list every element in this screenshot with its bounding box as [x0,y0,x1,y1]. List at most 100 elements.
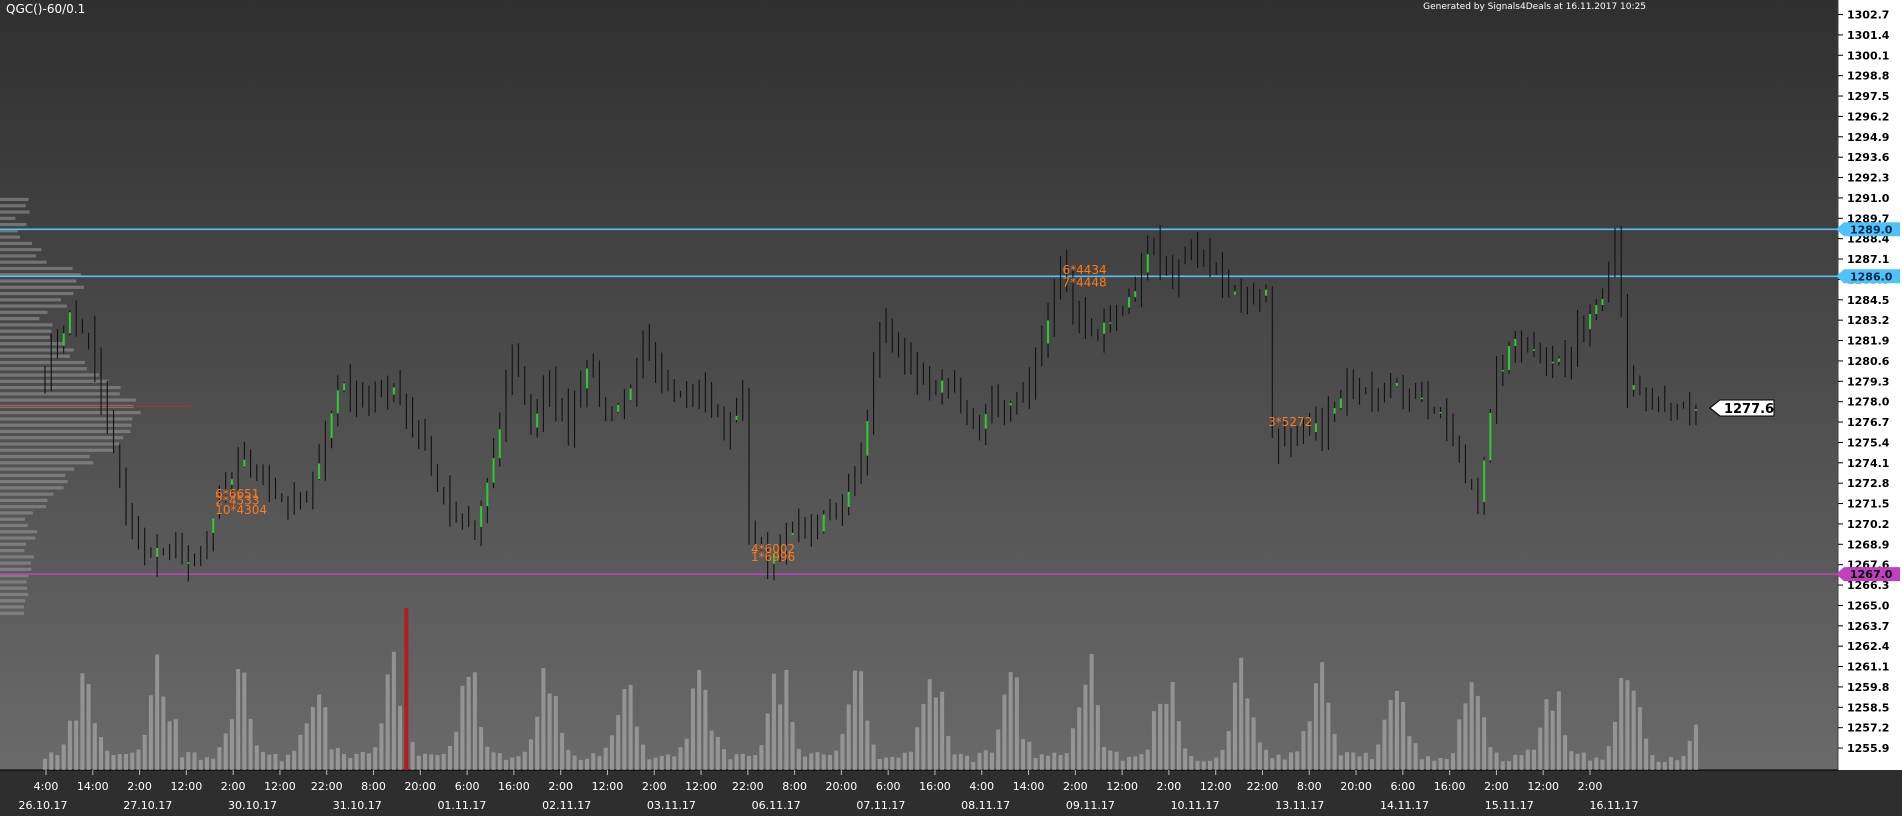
volume-bar [1612,721,1617,770]
y-tick-label: 1291.0 [1847,192,1890,205]
profile-bar [0,442,119,446]
x-time-label: 4:00 [34,780,59,793]
volume-bar [1513,754,1518,770]
bull-body [791,532,794,535]
profile-bar [0,216,16,220]
volume-bar [884,757,889,770]
volume-bar [410,742,415,770]
volume-bar [92,723,97,770]
bull-body [536,413,539,428]
volume-bar [1257,742,1262,770]
bull-body [1601,298,1604,306]
x-time-label: 14:00 [77,780,109,793]
volume-bar [971,761,976,770]
volume-bar [49,752,54,770]
volume-bar [1594,757,1599,770]
volume-bar [1351,752,1356,770]
volume-bar [416,755,421,770]
x-time-label: 12:00 [264,780,296,793]
y-tick-label: 1275.4 [1847,436,1890,449]
volume-bar [435,755,440,770]
volume-bar [1401,702,1406,770]
volume-bar [136,749,141,770]
volume-bar [890,757,895,770]
bull-body [1483,460,1486,502]
volume-bar [342,754,347,770]
x-date-label: 15.11.17 [1485,799,1534,812]
profile-bar [0,323,53,327]
volume-bar [1625,680,1630,770]
volume-bar [1046,755,1051,770]
volume-bar [1201,761,1206,770]
volume-bar [1239,657,1244,770]
volume-bar [1108,750,1113,770]
y-tick-label: 1302.7 [1847,9,1889,22]
volume-bar [1469,682,1474,770]
bull-body [1589,314,1592,330]
volume-bar [192,752,197,770]
volume-bar [771,673,776,770]
volume-bar [161,696,166,770]
x-date-label: 03.11.17 [647,799,696,812]
volume-bar [722,749,727,770]
volume-bar [373,747,378,770]
bull-body [847,491,850,507]
bull-body [866,421,869,456]
volume-bar [67,720,72,770]
bull-body [392,387,395,395]
volume-bar [1687,741,1692,770]
volume-bar [591,753,596,770]
volume-bar [86,684,91,770]
y-tick-label: 1276.7 [1847,416,1889,429]
volume-bar [628,685,633,770]
volume-bar [1170,682,1175,770]
x-time-label: 16:00 [498,780,530,793]
bull-body [984,414,987,429]
profile-bar [0,542,26,546]
volume-bar [186,752,191,770]
volume-bar [1270,758,1275,770]
volume-bar [952,754,957,770]
profile-bar [0,498,48,503]
profile-bar [0,367,87,371]
volume-bar [690,688,695,770]
y-tick-label: 1274.1 [1847,457,1889,470]
bull-body [1109,322,1112,324]
y-tick-label: 1298.8 [1847,70,1889,83]
volume-bar [61,744,66,770]
volume-bar [1463,703,1468,770]
profile-bar [0,480,68,484]
volume-bar [279,761,284,770]
profile-bar [0,505,47,509]
profile-bar [0,486,64,490]
x-date-label: 14.11.17 [1380,799,1429,812]
profile-bar [0,561,31,565]
volume-bar [1631,690,1636,770]
volume-bar [852,670,857,770]
volume-bar [1264,749,1269,770]
volume-bar [404,608,409,770]
x-time-label: 12:00 [592,780,624,793]
bull-body [498,429,501,459]
volume-bar [223,733,228,770]
x-time-label: 2:00 [1484,780,1509,793]
volume-bar [1070,728,1075,770]
volume-bar [871,744,876,770]
y-tick-label: 1294.9 [1847,131,1889,144]
volume-bar [553,696,558,770]
volume-bar [366,753,371,770]
signal-label: 10*4304 [215,503,267,517]
volume-bar [155,654,160,770]
profile-bar [0,266,73,271]
volume-bar [734,754,739,770]
profile-bar [0,291,74,296]
bull-body [1489,413,1492,461]
volume-bar [759,745,764,770]
volume-bar [965,755,970,770]
profile-bar [0,279,77,283]
profile-bar [0,411,141,415]
y-tick-label: 1296.2 [1847,110,1889,123]
volume-bar [896,757,901,770]
volume-bar [1450,753,1455,770]
volume-bar [1382,719,1387,770]
